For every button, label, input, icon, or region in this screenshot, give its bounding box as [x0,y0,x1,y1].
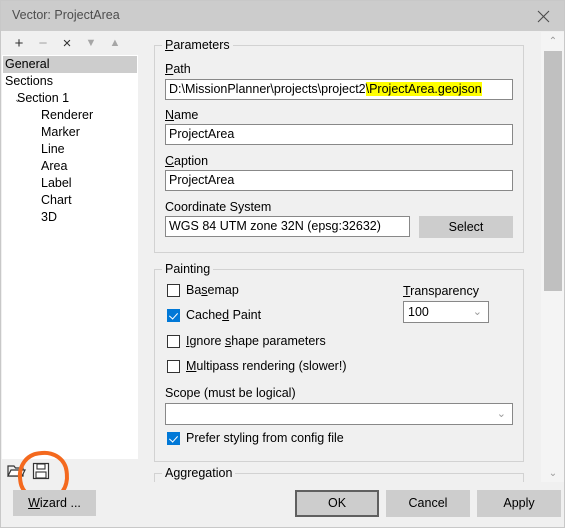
tree-item-label: Area [41,159,68,173]
tree-item-label: Line [41,142,65,156]
multipass-rendering-checkbox[interactable] [167,360,180,373]
chevron-down-icon: ⌄ [496,408,506,420]
apply-button[interactable]: Apply [477,490,561,517]
coordinate-system-label: Coordinate System [165,200,272,214]
tree-item-renderer[interactable]: Renderer [3,107,137,124]
tree-item-label[interactable]: Label [3,175,137,192]
multipass-rendering-label: Multipass rendering (slower!) [186,359,347,373]
scope-label: Scope (must be logical) [165,386,296,400]
window-title: Vector: ProjectArea [12,8,120,22]
basemap-checkbox[interactable] [167,284,180,297]
ignore-shape-parameters-checkbox[interactable] [167,335,180,348]
settings-panel: Parameters Path D:\MissionPlanner\projec… [144,32,538,482]
path-prefix-text: D:\MissionPlanner\projects\project2 [169,82,366,96]
remove-section-button[interactable]: − [31,32,55,55]
save-floppy-icon[interactable] [32,462,52,482]
cached-paint-label: Cached Paint [186,308,262,322]
settings-scrollbar[interactable]: ⌃ ⌄ [541,32,564,482]
tree-item-general[interactable]: General [3,56,137,73]
section-tree[interactable]: General Sections ⌄ Section 1 Renderer Marker L… [2,55,138,459]
tree-item-area[interactable]: Area [3,158,137,175]
chevron-up-icon[interactable]: ⌃ [541,32,564,50]
aggregation-group-title: Aggregation [162,466,236,480]
prefer-styling-label: Prefer styling from config file [186,431,344,445]
basemap-label: Basemap [186,283,239,297]
tree-item-label: 3D [41,210,57,224]
tree-item-chart[interactable]: Chart [3,192,137,209]
tree-item-label: Label [41,176,72,190]
close-icon[interactable] [520,1,564,31]
vector-properties-dialog: Vector: ProjectArea + − × ▼ ▲ General Sec… [0,0,565,528]
aggregation-group: Aggregation [154,466,524,482]
path-highlight-text: \ProjectArea.geojson [365,82,482,96]
scrollbar-thumb[interactable] [544,51,562,291]
scope-select[interactable]: ⌄ [165,403,513,425]
move-down-button[interactable]: ▼ [79,32,103,55]
add-section-button[interactable]: + [7,32,31,55]
transparency-value: 100 [408,305,429,319]
chevron-down-icon: ⌄ [472,306,482,318]
tree-item-label: Sections [5,74,53,88]
parameters-title-rest: arameters [173,38,230,52]
tree-item-marker[interactable]: Marker [3,124,137,141]
coordinate-system-input[interactable]: WGS 84 UTM zone 32N (epsg:32632) [165,216,410,237]
transparency-label: Transparency [403,284,479,298]
tree-item-label: Chart [41,193,72,207]
close-glyph [537,10,549,22]
caption-label: Caption [165,154,209,168]
painting-title-text: Painting [165,262,211,276]
ignore-shape-parameters-label: Ignore shape parameters [186,334,326,348]
delete-section-button[interactable]: × [55,32,79,55]
tree-item-line[interactable]: Line [3,141,137,158]
path-label: Path [165,62,191,76]
save-floppy-glyph [32,462,50,480]
dialog-buttons: OK Cancel Apply [1,482,564,527]
folder-open-glyph [7,465,26,477]
tree-item-label: Renderer [41,108,94,122]
tree-toolbar: + − × ▼ ▲ [2,32,138,55]
parameters-group-title: Parameters [162,38,233,52]
chevron-down-icon[interactable]: ⌄ [541,464,564,482]
name-input[interactable]: ProjectArea [165,124,513,145]
title-bar: Vector: ProjectArea [1,1,564,31]
caption-input[interactable]: ProjectArea [165,170,513,191]
tree-item-label: General [5,57,50,71]
cached-paint-checkbox[interactable] [167,309,180,322]
tree-item-sections[interactable]: Sections [3,73,137,90]
painting-group-title: Painting [162,262,214,276]
folder-open-icon[interactable] [7,462,27,482]
transparency-select[interactable]: 100 ⌄ [403,301,489,323]
select-crs-button[interactable]: Select [419,216,513,238]
cancel-button[interactable]: Cancel [386,490,470,517]
ok-button[interactable]: OK [295,490,379,517]
name-label: Name [165,108,199,122]
prefer-styling-checkbox[interactable] [167,432,180,445]
move-up-button[interactable]: ▲ [103,32,127,55]
tree-item-label: Marker [41,125,80,139]
tree-item-3d[interactable]: 3D [3,209,137,226]
tree-item-label: Section 1 [17,91,70,105]
tree-item-section-1[interactable]: ⌄ Section 1 [3,90,137,107]
path-input[interactable]: D:\MissionPlanner\projects\project2\Proj… [165,79,513,100]
